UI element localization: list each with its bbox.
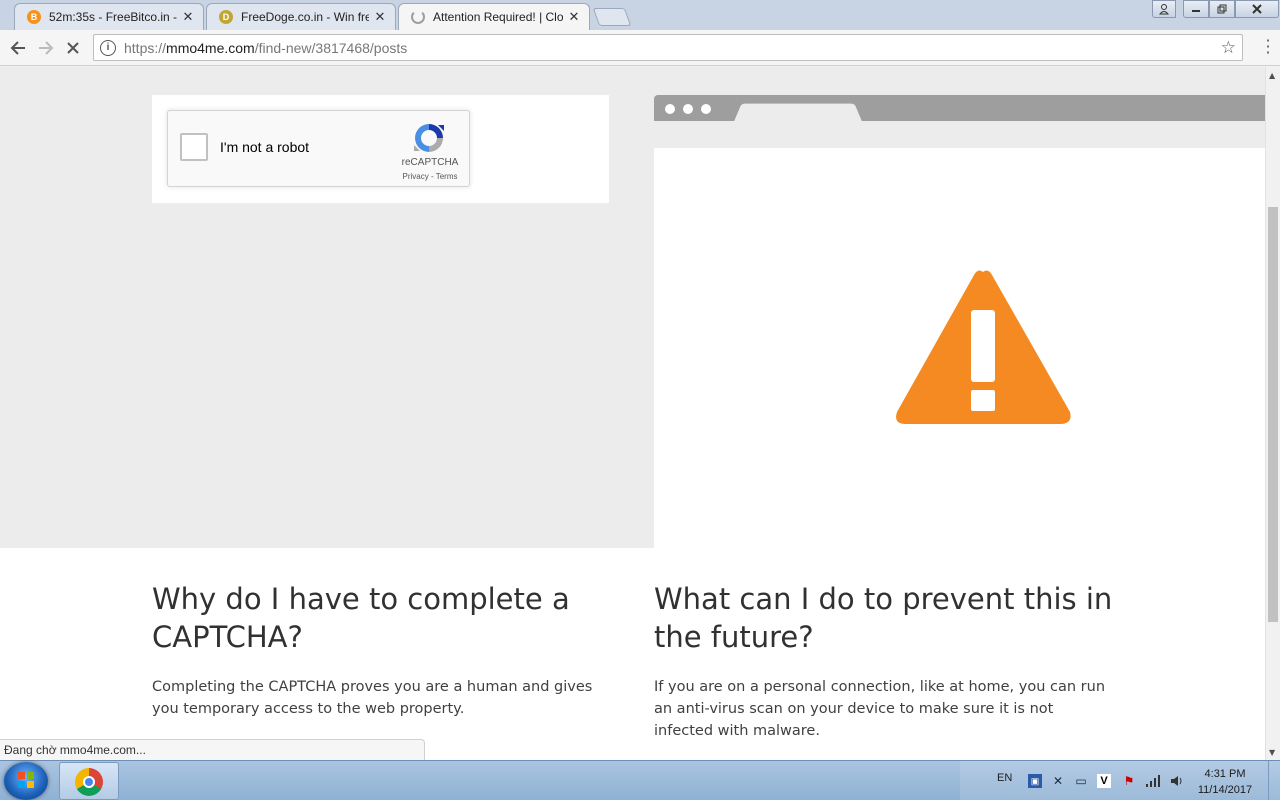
- browser-toolbar: i https://mmo4me.com/find-new/3817468/po…: [0, 30, 1280, 66]
- taskbar-clock[interactable]: 4:31 PM 11/14/2017: [1190, 766, 1260, 798]
- chrome-icon: [75, 768, 103, 796]
- window-controls: [1183, 0, 1279, 18]
- arrow-left-icon: [10, 41, 25, 55]
- illustration-tab: [733, 103, 863, 122]
- recaptcha-checkbox[interactable]: [180, 133, 208, 161]
- privacy-link[interactable]: Privacy: [403, 172, 429, 181]
- volume-icon[interactable]: [1170, 774, 1184, 788]
- why-heading: Why do I have to complete a CAPTCHA?: [152, 582, 570, 654]
- flag-alert-icon[interactable]: ⚑: [1122, 774, 1136, 788]
- illustration-toolbar: [654, 121, 1265, 148]
- recaptcha-links: Privacy - Terms: [390, 172, 470, 181]
- close-window-icon[interactable]: [1235, 0, 1279, 18]
- scroll-up-icon[interactable]: ▲: [1269, 71, 1275, 80]
- tab-strip: B 52m:35s - FreeBitco.in - W ✕ D FreeDog…: [0, 0, 1280, 30]
- info-icon[interactable]: i: [100, 39, 116, 56]
- system-tray: EN ▣ ✕ ▭ V ⚑ 4:31 PM 11/14/2017: [960, 761, 1280, 800]
- bookmark-star-icon[interactable]: ☆: [1221, 38, 1236, 58]
- v-app-icon[interactable]: V: [1097, 774, 1111, 788]
- minimize-icon[interactable]: [1183, 0, 1209, 18]
- close-icon[interactable]: ✕: [181, 9, 195, 25]
- tab-title: Attention Required! | Clo: [433, 10, 563, 24]
- close-icon[interactable]: ✕: [567, 9, 581, 25]
- bitcoin-icon: B: [27, 10, 41, 24]
- new-tab-button[interactable]: [592, 8, 632, 26]
- address-bar[interactable]: i https://mmo4me.com/find-new/3817468/po…: [93, 34, 1243, 61]
- illustration-dot: [683, 104, 693, 114]
- stop-button[interactable]: [61, 36, 85, 60]
- illustration-dot: [701, 104, 711, 114]
- why-section: Why do I have to complete a CAPTCHA? Com…: [152, 580, 612, 720]
- recaptcha-logo-icon: [414, 124, 444, 152]
- url-path: /find-new/3817468/posts: [254, 39, 408, 56]
- scroll-down-icon[interactable]: ▼: [1269, 748, 1275, 757]
- menu-dots-icon[interactable]: · · ·: [1264, 33, 1272, 61]
- restore-icon[interactable]: [1209, 0, 1235, 18]
- url-host: mmo4me.com: [166, 39, 255, 56]
- tab-freedoge[interactable]: D FreeDoge.co.in - Win free ✕: [206, 3, 396, 30]
- start-button[interactable]: [4, 762, 48, 800]
- windows-taskbar: EN ▣ ✕ ▭ V ⚑ 4:31 PM 11/14/2017: [0, 760, 1280, 800]
- arrow-right-icon: [39, 41, 54, 55]
- status-bubble: Đang chờ mmo4me.com...: [0, 739, 425, 760]
- recaptcha-brand: reCAPTCHA: [401, 157, 459, 168]
- tab-freebitco[interactable]: B 52m:35s - FreeBitco.in - W ✕: [14, 3, 204, 30]
- windows-logo-icon: [18, 772, 34, 788]
- close-icon: [67, 42, 79, 54]
- prevent-section: What can I do to prevent this in the fut…: [654, 580, 1114, 742]
- tab-attention-required[interactable]: Attention Required! | Clo ✕: [398, 3, 590, 30]
- app-tray-icon[interactable]: ▣: [1028, 774, 1042, 788]
- taskbar-chrome-button[interactable]: [59, 762, 119, 800]
- profile-button-group: [1152, 0, 1176, 18]
- why-body: Completing the CAPTCHA proves you are a …: [152, 679, 593, 717]
- tab-title: 52m:35s - FreeBitco.in - W: [49, 10, 177, 24]
- page-content: I'm not a robot reCAPTCHA Privacy - Term…: [0, 67, 1265, 760]
- network-tool-icon[interactable]: ✕: [1051, 774, 1065, 788]
- clock-time: 4:31 PM: [1204, 768, 1246, 780]
- illustration-dot: [665, 104, 675, 114]
- prevent-heading: What can I do to prevent this in the fut…: [654, 582, 1113, 654]
- terms-link[interactable]: Terms: [436, 172, 458, 181]
- back-button[interactable]: [6, 36, 30, 60]
- scrollbar-thumb[interactable]: [1268, 207, 1278, 622]
- dogecoin-icon: D: [219, 10, 233, 24]
- warning-triangle-icon: [896, 270, 1071, 424]
- show-desktop-button[interactable]: [1268, 761, 1280, 800]
- page-scrollbar[interactable]: ▲ ▼: [1265, 67, 1280, 760]
- links-separator: -: [428, 172, 436, 181]
- browser-illustration: [654, 95, 1265, 548]
- illustration-titlebar: [654, 95, 1265, 122]
- forward-button[interactable]: [34, 36, 58, 60]
- recaptcha-widget: I'm not a robot reCAPTCHA Privacy - Term…: [167, 110, 470, 187]
- close-icon[interactable]: ✕: [373, 9, 387, 25]
- profile-icon[interactable]: [1152, 0, 1176, 18]
- screen: B 52m:35s - FreeBitco.in - W ✕ D FreeDog…: [0, 0, 1280, 800]
- signal-bars-icon[interactable]: [1146, 774, 1160, 788]
- captcha-card: I'm not a robot reCAPTCHA Privacy - Term…: [152, 95, 609, 203]
- clock-date: 11/14/2017: [1197, 784, 1253, 796]
- loading-spinner-icon: [411, 10, 425, 24]
- url-scheme: https://: [124, 39, 167, 56]
- recaptcha-label: I'm not a robot: [220, 139, 310, 155]
- prevent-body: If you are on a personal connection, lik…: [654, 679, 1106, 739]
- page-gray-band: I'm not a robot reCAPTCHA Privacy - Term…: [0, 67, 1265, 548]
- language-indicator[interactable]: EN: [997, 772, 1012, 784]
- display-icon[interactable]: ▭: [1074, 774, 1088, 788]
- illustration-body: [654, 148, 1265, 548]
- tab-title: FreeDoge.co.in - Win free: [241, 10, 369, 24]
